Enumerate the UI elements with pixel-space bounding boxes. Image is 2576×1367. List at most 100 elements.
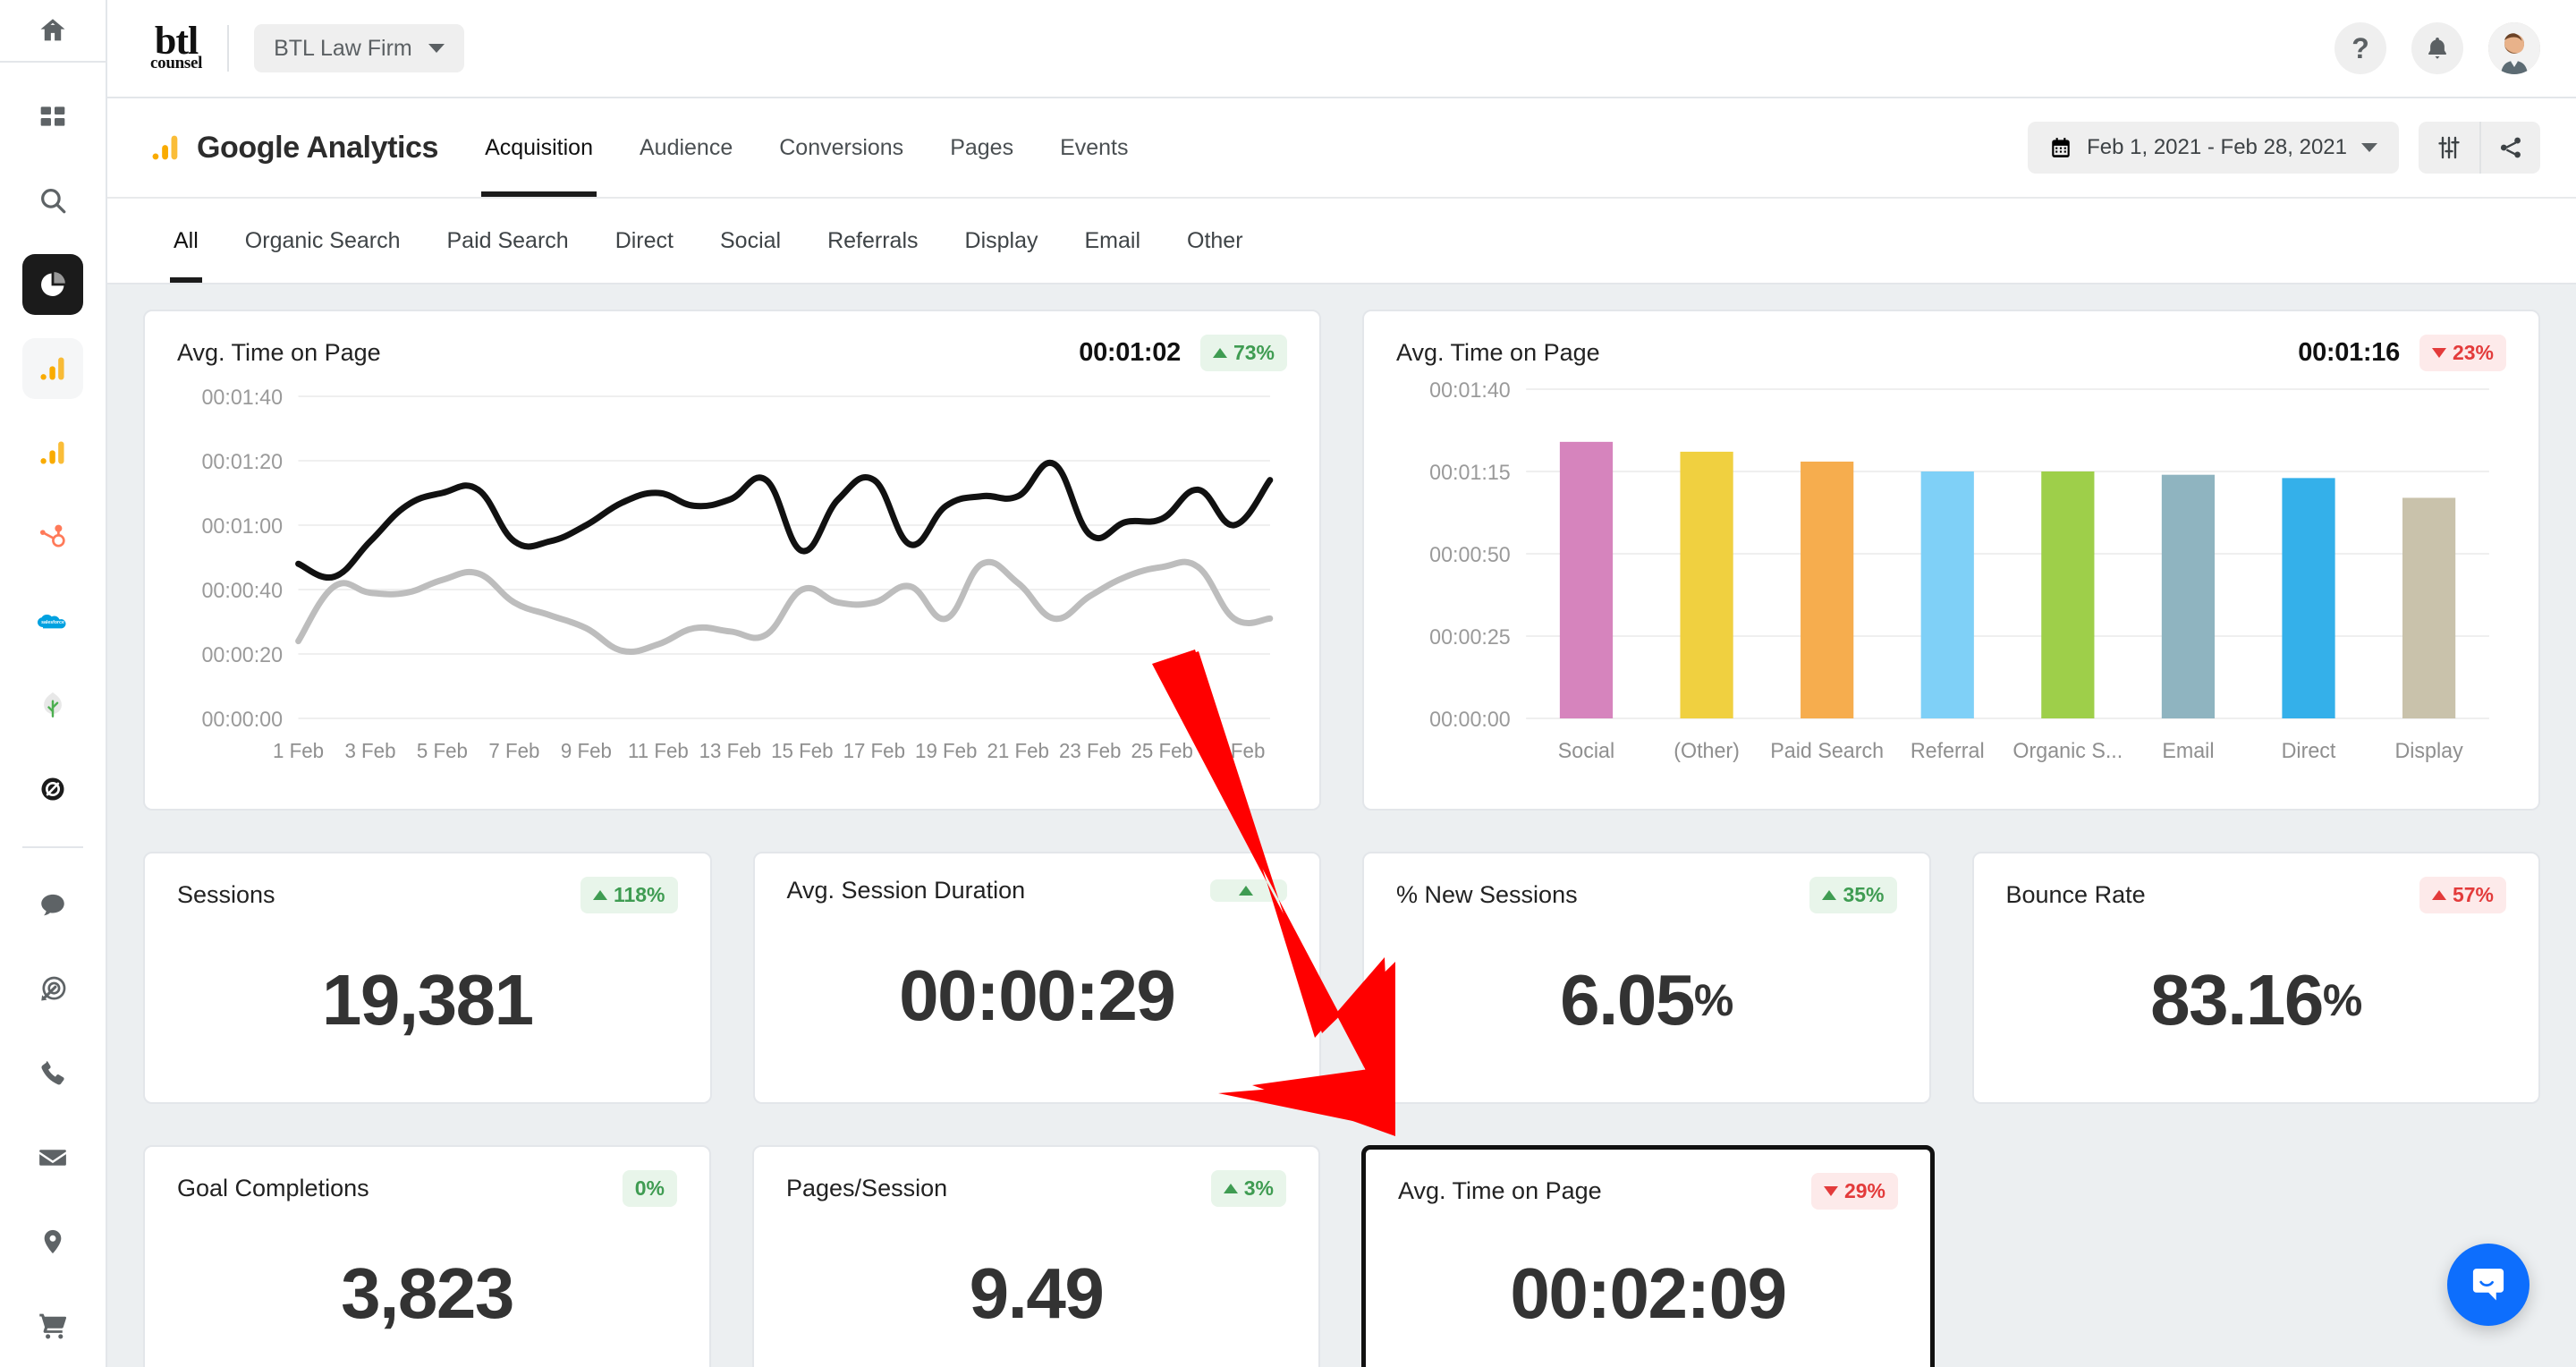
line-chart-card[interactable]: Avg. Time on Page 00:01:02 73% 00:00:00 0… <box>143 310 1321 811</box>
sidebar-item-slashed-circle-icon[interactable] <box>22 759 83 819</box>
subtab-paid-search[interactable]: Paid Search <box>424 199 592 283</box>
date-range-picker[interactable]: Feb 1, 2021 - Feb 28, 2021 <box>2028 122 2399 174</box>
top-bar-actions: ? <box>2334 22 2540 74</box>
kpi-bounce-value-wrap: 83.16% <box>1974 913 2539 1102</box>
tab-acquisition-label: Acquisition <box>485 134 593 160</box>
subtab-direct[interactable]: Direct <box>592 199 697 283</box>
kpi-card-pages-per-session[interactable]: Pages/Session 3% 9.49 <box>752 1145 1320 1367</box>
svg-text:1 Feb: 1 Feb <box>273 739 324 762</box>
svg-text:00:01:40: 00:01:40 <box>1429 380 1511 403</box>
svg-text:Referral: Referral <box>1911 740 1985 763</box>
kpi-bounce-delta-badge: 57% <box>2419 877 2506 913</box>
svg-text:Direct: Direct <box>2282 740 2336 763</box>
subtab-organic-search-label: Organic Search <box>244 227 401 253</box>
kpi-card-sessions[interactable]: Sessions 118% 19,381 <box>143 852 712 1104</box>
triangle-up-icon <box>592 890 607 900</box>
sidebar-item-reports[interactable] <box>22 254 83 315</box>
main-column: btl counsel BTL Law Firm ? Google Analyt… <box>107 0 2576 1367</box>
sidebar-item-target-arrow-icon[interactable] <box>22 959 83 1020</box>
tab-conversions[interactable]: Conversions <box>756 98 927 197</box>
sidebar-item-salesforce-icon[interactable]: salesforce <box>22 590 83 651</box>
subtab-email[interactable]: Email <box>1062 199 1165 283</box>
sidebar-item-search[interactable] <box>22 170 83 231</box>
subtab-display-label: Display <box>964 227 1038 253</box>
brand: btl counsel BTL Law Firm <box>150 21 464 72</box>
sidebar-item-google-analytics-2[interactable] <box>22 422 83 483</box>
kpi-atop-value: 00:02:09 <box>1510 1252 1787 1333</box>
kpi-pps-badge-wrap: 3% <box>1210 1170 1286 1207</box>
subtab-other[interactable]: Other <box>1164 199 1267 283</box>
sidebar-item-chat-bubble-icon[interactable] <box>22 875 83 936</box>
home-icon[interactable] <box>22 0 83 61</box>
btl-counsel-logo: btl counsel <box>150 21 202 72</box>
sidebar-item-envelope-icon[interactable] <box>22 1127 83 1188</box>
kpi-card-avg-session-duration[interactable]: Avg. Session Duration 00:00:29 <box>752 852 1321 1104</box>
kpi-bounce-badge-wrap: 57% <box>2419 877 2506 913</box>
kpi-card-avg-time-on-page[interactable]: Avg. Time on Page 29% 00:02:09 <box>1361 1145 1935 1367</box>
settings-button[interactable] <box>2419 122 2479 174</box>
kpi-sessions-badge-wrap: 118% <box>580 877 678 913</box>
tab-acquisition[interactable]: Acquisition <box>462 98 616 197</box>
ga-header-actions: Feb 1, 2021 - Feb 28, 2021 <box>2028 98 2540 197</box>
ga-tabs: Acquisition Audience Conversions Pages E… <box>462 98 1151 197</box>
calendar-icon <box>2052 138 2070 157</box>
org-selector[interactable]: BTL Law Firm <box>254 24 464 72</box>
subtab-social[interactable]: Social <box>697 199 804 283</box>
subtab-all[interactable]: All <box>150 199 222 283</box>
tab-conversions-label: Conversions <box>779 134 904 160</box>
kpi-card-goal-completions[interactable]: Goal Completions 0% 3,823 <box>143 1145 711 1367</box>
kpi-card-new-sessions[interactable]: % New Sessions 35% 6.05% <box>1362 852 1931 1104</box>
svg-text:00:01:00: 00:01:00 <box>201 515 283 539</box>
subtab-referrals[interactable]: Referrals <box>804 199 941 283</box>
kpi-bounce-delta-value: 57% <box>2452 883 2494 906</box>
sidebar-item-phone-icon[interactable] <box>22 1043 83 1104</box>
triangle-up-icon <box>2431 890 2446 900</box>
kpi-pps-header: Pages/Session 3% <box>754 1147 1318 1207</box>
tab-audience-label: Audience <box>639 134 733 160</box>
sidebar-item-map-pin-icon[interactable] <box>22 1211 83 1272</box>
sidebar-item-google-analytics[interactable] <box>22 338 83 399</box>
svg-text:Email: Email <box>2162 740 2214 763</box>
subtab-organic-search[interactable]: Organic Search <box>222 199 424 283</box>
sidebar-item-hubspot-icon[interactable] <box>22 506 83 567</box>
kpi-sessions-delta-badge: 118% <box>580 877 678 913</box>
sidebar-item-leaf-icon[interactable] <box>22 675 83 735</box>
svg-text:19 Feb: 19 Feb <box>915 739 977 762</box>
svg-text:00:00:25: 00:00:25 <box>1429 626 1511 650</box>
svg-text:Display: Display <box>2394 740 2462 763</box>
kpi-row-2-spacer <box>1976 1145 2540 1367</box>
svg-text:11 Feb: 11 Feb <box>628 739 689 762</box>
svg-text:Organic S...: Organic S... <box>2012 740 2123 763</box>
tab-pages[interactable]: Pages <box>927 98 1037 197</box>
svg-text:15 Feb: 15 Feb <box>771 739 833 762</box>
bar-chart-card[interactable]: Avg. Time on Page 00:01:16 23% 00:00:00 0… <box>1362 310 2540 811</box>
triangle-down-icon <box>1823 1186 1838 1196</box>
share-button[interactable] <box>2479 122 2540 174</box>
chevron-down-icon <box>2361 143 2377 152</box>
svg-text:Social: Social <box>1558 740 1614 763</box>
sidebar-item-dashboard-grid[interactable] <box>22 86 83 147</box>
svg-text:23 Feb: 23 Feb <box>1059 739 1121 762</box>
tab-pages-label: Pages <box>950 134 1014 160</box>
line-card-title: Avg. Time on Page <box>177 339 381 366</box>
line-card-delta-badge: 73% <box>1199 335 1287 371</box>
subtab-display[interactable]: Display <box>942 199 1062 283</box>
svg-text:3 Feb: 3 Feb <box>344 739 395 762</box>
kpi-asd-delta-badge <box>1210 879 1287 902</box>
kpi-asd-value: 00:00:29 <box>899 955 1176 1035</box>
bar-card-delta-value: 23% <box>2452 341 2494 364</box>
triangle-up-icon <box>1223 1184 1238 1193</box>
intercom-launcher[interactable] <box>2447 1244 2529 1326</box>
sidebar-item-shopping-cart-icon[interactable] <box>22 1295 83 1356</box>
bar-card-header: Avg. Time on Page 00:01:16 23% <box>1364 311 2538 371</box>
notifications-button[interactable] <box>2411 22 2463 74</box>
svg-text:00:00:50: 00:00:50 <box>1429 544 1511 567</box>
avatar[interactable] <box>2488 22 2540 74</box>
tab-events[interactable]: Events <box>1037 98 1151 197</box>
kpi-card-bounce-rate[interactable]: Bounce Rate 57% 83.16% <box>1971 852 2540 1104</box>
kpi-goals-delta-badge: 0% <box>622 1170 677 1207</box>
kpi-newsessions-suffix: % <box>1693 974 1733 1025</box>
help-button[interactable]: ? <box>2334 22 2386 74</box>
kpi-newsessions-badge-wrap: 35% <box>1809 877 1897 913</box>
tab-audience[interactable]: Audience <box>616 98 756 197</box>
